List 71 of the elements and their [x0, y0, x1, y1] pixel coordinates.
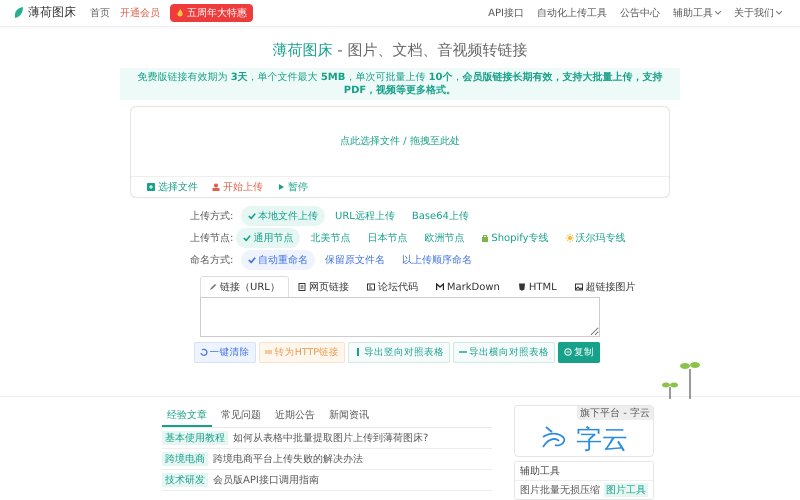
dropzone-prompt[interactable]: 点此选择文件 / 拖拽至此处 — [340, 134, 460, 148]
option-chip[interactable]: 欧洲节点 — [417, 228, 472, 248]
option-chip[interactable]: 通用节点 — [236, 228, 300, 248]
option-label: 上传方式: — [190, 210, 234, 223]
shopping-bag-icon — [481, 234, 490, 242]
action-button[interactable]: 导出横向对照表格 — [453, 342, 555, 363]
option-chip[interactable]: 本地文件上传 — [241, 206, 325, 226]
tool-link[interactable]: 图片批量无损压缩 — [520, 483, 600, 497]
play-icon — [277, 182, 285, 191]
check-icon — [248, 212, 256, 220]
site-logo[interactable]: 薄荷图床 — [14, 4, 76, 22]
category-tag: 技术研发 — [162, 473, 208, 487]
pencil-icon — [209, 282, 217, 291]
sun-icon — [566, 234, 574, 242]
action-button[interactable]: 导出竖向对照表格 — [348, 342, 450, 363]
article-link[interactable]: 会员版API接口调用指南 — [213, 473, 319, 487]
caret-icon — [776, 10, 782, 15]
option-label: 命名方式: — [190, 254, 234, 267]
upload-action[interactable]: 暂停 — [277, 180, 308, 194]
upload-action[interactable]: 开始上传 — [212, 180, 263, 194]
action-button[interactable]: 复制 — [558, 342, 600, 363]
format-tab[interactable]: 链接（URL） — [200, 276, 289, 298]
code-icon — [366, 283, 375, 292]
undo-icon — [200, 348, 208, 356]
notice-banner: 免费版链接有效期为 3天，单个文件最大 5MB，单次可批量上传 10个，会员版链接长期有效，支持大批量上传，支持PDF，视频等更多格式。 — [120, 68, 680, 100]
option-label: 上传节点: — [190, 232, 234, 245]
check-icon — [243, 234, 252, 242]
option-chip[interactable]: Shopify专线 — [474, 228, 556, 248]
leaf-icon — [14, 6, 24, 19]
shield-icon — [518, 283, 526, 292]
article-link[interactable]: 如何从表格中批量提取图片上传到薄荷图床? — [233, 431, 428, 445]
article-tab[interactable]: 常见问题 — [216, 405, 266, 427]
vertical-bar-icon — [354, 348, 362, 356]
article-link[interactable]: 跨境电商平台上传失败的解决办法 — [213, 452, 363, 466]
flame-icon — [176, 8, 184, 17]
category-tag: 跨境电商 — [162, 452, 208, 466]
promo-badge[interactable]: 五周年大特惠 — [170, 4, 253, 22]
action-button[interactable]: 一键清除 — [194, 342, 256, 363]
article-tab[interactable]: 新闻资讯 — [324, 405, 374, 427]
option-chip[interactable]: 自动重命名 — [241, 250, 315, 270]
option-chip[interactable]: 沃尔玛专线 — [558, 228, 633, 248]
option-chip[interactable]: 以上传顺序命名 — [395, 250, 479, 270]
nav-dropdown[interactable]: 辅助工具 — [673, 6, 721, 20]
ad-badge: 旗下平台 - 字云 — [577, 406, 653, 420]
panel-title: 辅助工具 — [515, 462, 653, 481]
option-chip[interactable]: 北美节点 — [303, 228, 358, 248]
output-textarea[interactable] — [200, 296, 600, 337]
nav-link[interactable]: 首页 — [90, 6, 110, 20]
image-icon — [574, 283, 583, 292]
document-icon — [298, 283, 306, 292]
option-chip[interactable]: Base64上传 — [404, 206, 476, 226]
category-tag: 基本使用教程 — [162, 431, 228, 445]
nav-link[interactable]: 自动化上传工具 — [537, 6, 607, 20]
ad-card[interactable]: 旗下平台 - 字云 字云 — [514, 405, 654, 457]
option-chip[interactable]: 日本节点 — [360, 228, 414, 248]
check-icon — [248, 256, 256, 264]
nav-link[interactable]: API接口 — [488, 6, 524, 20]
nav-link[interactable]: 公告中心 — [620, 6, 660, 20]
article-tab[interactable]: 经验文章 — [162, 405, 212, 427]
option-chip[interactable]: 保留原文件名 — [318, 250, 392, 270]
caret-icon — [715, 10, 721, 15]
nav-link[interactable]: 开通会员 — [120, 6, 160, 20]
upload-action[interactable]: 选择文件 — [147, 180, 198, 194]
option-chip[interactable]: URL远程上传 — [328, 206, 402, 226]
article-tab[interactable]: 近期公告 — [270, 405, 320, 427]
page-title: 薄荷图床 - 图片、文档、音视频转链接 — [272, 40, 528, 60]
plus-square-icon — [147, 182, 155, 191]
markdown-icon — [436, 283, 444, 292]
nav-dropdown[interactable]: 关于我们 — [734, 6, 782, 20]
tool-tag: 图片工具 — [604, 483, 648, 497]
ad-logo-text: 字云 — [576, 427, 628, 453]
